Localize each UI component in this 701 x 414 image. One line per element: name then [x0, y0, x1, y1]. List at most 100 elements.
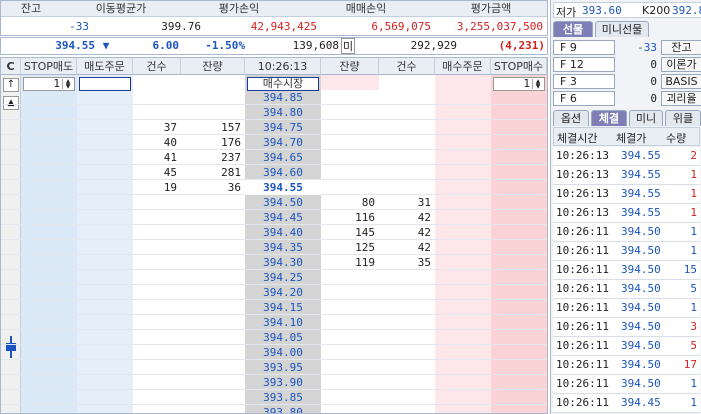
ladder-buy-count [379, 150, 435, 165]
ladder-buy-qty: 145 [355, 226, 375, 239]
ladder-row[interactable]: 394.85 [1, 90, 547, 105]
balance-button[interactable]: 잔고 [661, 40, 701, 55]
price-bar: 394.55 ▼ 6.00 -1.50% 139,608 미 292,929 (… [0, 37, 548, 55]
ladder-price: 394.45 [263, 211, 303, 224]
ladder-buy-qty: 125 [355, 241, 375, 254]
ladder-sell-count [133, 240, 181, 255]
ladder-buy-qty [321, 375, 379, 390]
stop-buy-qty-input[interactable]: 1 ▲ ▼ [493, 77, 545, 91]
tab-mini[interactable]: 미니 [629, 110, 663, 126]
ladder-row[interactable]: 41 237 394.65 [1, 150, 547, 165]
trade-time: 10:26:11 [556, 377, 609, 390]
ladder-sell-count [133, 105, 181, 120]
tab-futures[interactable]: 선물 [553, 21, 593, 37]
balance-header-trade-pl: 매매손익 [297, 1, 435, 17]
ladder-row[interactable]: 394.40 145 42 [1, 225, 547, 240]
f3-value: 0 [650, 75, 657, 88]
tab-mini-futures[interactable]: 미니선물 [595, 21, 649, 37]
stop-sell-qty-value: 1 [53, 77, 60, 90]
ladder-price: 394.85 [263, 91, 303, 104]
trade-row: 10:26:13 394.55 1 [553, 204, 700, 223]
ladder-row[interactable]: 393.90 [1, 375, 547, 390]
ladder-buy-count: 42 [417, 211, 431, 224]
ladder-row[interactable]: 40 176 394.70 [1, 135, 547, 150]
ladder-buy-qty [321, 120, 379, 135]
ladder-row[interactable]: 394.10 [1, 315, 547, 330]
stepper-icon[interactable]: ▲ ▼ [62, 79, 73, 90]
ladder-row[interactable]: 394.45 116 42 [1, 210, 547, 225]
trade-qty: 1 [690, 225, 697, 238]
deviation-button[interactable]: 괴리율 [661, 91, 701, 106]
ladder-price: 393.80 [263, 406, 303, 414]
tab-options[interactable]: 옵션 [553, 110, 589, 126]
ladder-sell-count [133, 255, 181, 270]
ladder-row[interactable]: 394.20 [1, 285, 547, 300]
ladder-sell-qty: 157 [221, 121, 241, 134]
ladder-buy-qty [321, 345, 379, 360]
ladder-sell-count: 19 [163, 181, 177, 194]
ladder-buy-count [379, 270, 435, 285]
header-sell-order: 매도주문 [77, 58, 133, 75]
ladder-sell-qty [181, 90, 245, 105]
ladder-row[interactable]: 394.15 [1, 300, 547, 315]
trade-qty: 15 [683, 263, 697, 276]
ladder-buy-count [379, 135, 435, 150]
f12-button[interactable]: F 12 [553, 57, 615, 72]
ladder-buy-count [379, 105, 435, 120]
balance-qty: -33 [69, 20, 89, 33]
header-buy-order: 매수주문 [435, 58, 491, 75]
ladder-row[interactable]: 37 157 394.75 [1, 120, 547, 135]
trade-time: 10:26:11 [556, 396, 609, 409]
trade-time: 10:26:13 [556, 149, 609, 162]
ladder-buy-count [379, 405, 435, 413]
f9-button[interactable]: F 9 [553, 40, 615, 55]
tab-trades[interactable]: 체결 [591, 110, 627, 126]
ladder-row[interactable]: 45 281 394.60 [1, 165, 547, 180]
ladder-row[interactable]: 394.35 125 42 [1, 240, 547, 255]
ladder-row[interactable]: 394.25 [1, 270, 547, 285]
balance-header-eval-amt: 평가금액 [435, 1, 547, 17]
sell-order-input[interactable] [79, 77, 131, 91]
right-panel: 저가 393.60 K200 392.8 선물 미니선물 F 9 -33 잔고 … [550, 0, 701, 414]
theory-price-button[interactable]: 이론가 [661, 57, 701, 72]
tab-weekly[interactable]: 위클 [665, 110, 701, 126]
trade-header: 체결시간 체결가 수량 [553, 127, 700, 146]
current-price: 394.55 [55, 39, 95, 52]
header-sell-count: 건수 [133, 58, 181, 75]
ladder-row[interactable]: 394.00 [1, 345, 547, 360]
ladder-row[interactable]: 394.50 80 31 [1, 195, 547, 210]
ladder-buy-qty: 80 [361, 196, 375, 209]
ladder-buy-count [379, 375, 435, 390]
f3-button[interactable]: F 3 [553, 74, 615, 89]
clear-button[interactable]: C [1, 58, 21, 75]
stop-sell-qty-input[interactable]: 1 ▲ ▼ [23, 77, 75, 91]
k200-label: K200 [642, 4, 671, 17]
trade-qty: 1 [690, 168, 697, 181]
ladder-buy-qty [321, 270, 379, 285]
ladder-buy-qty [321, 390, 379, 405]
ladder-sell-qty [181, 375, 245, 390]
stepper-icon[interactable]: ▲ ▼ [532, 79, 543, 90]
trade-header-qty: 수량 [666, 132, 687, 145]
trade-qty: 1 [690, 187, 697, 200]
market-buy-button[interactable]: 매수시장 [247, 77, 319, 91]
ladder-row[interactable]: 393.95 [1, 360, 547, 375]
ladder-row[interactable]: 394.30 119 35 [1, 255, 547, 270]
trade-time: 10:26:13 [556, 168, 609, 181]
header-time: 10:26:13 [245, 58, 321, 75]
ladder-row[interactable]: 393.80 [1, 405, 547, 414]
basis-button[interactable]: BASIS [661, 74, 701, 89]
ladder-price: 394.65 [263, 151, 303, 164]
trade-header-price: 체결가 [616, 132, 647, 145]
ladder-sell-qty [181, 360, 245, 375]
ladder-row[interactable]: 394.80 [1, 105, 547, 120]
ladder-sell-count [133, 225, 181, 240]
ladder-row[interactable]: 19 36 394.55 [1, 180, 547, 195]
trade-price: 394.50 [621, 377, 661, 390]
balance-header-qty: 잔고 [1, 1, 61, 17]
ladder-row[interactable]: 393.85 [1, 390, 547, 405]
trade-qty: 2 [690, 149, 697, 162]
trade-price: 394.50 [621, 358, 661, 371]
f6-button[interactable]: F 6 [553, 91, 615, 106]
ladder-row[interactable]: 394.05 [1, 330, 547, 345]
